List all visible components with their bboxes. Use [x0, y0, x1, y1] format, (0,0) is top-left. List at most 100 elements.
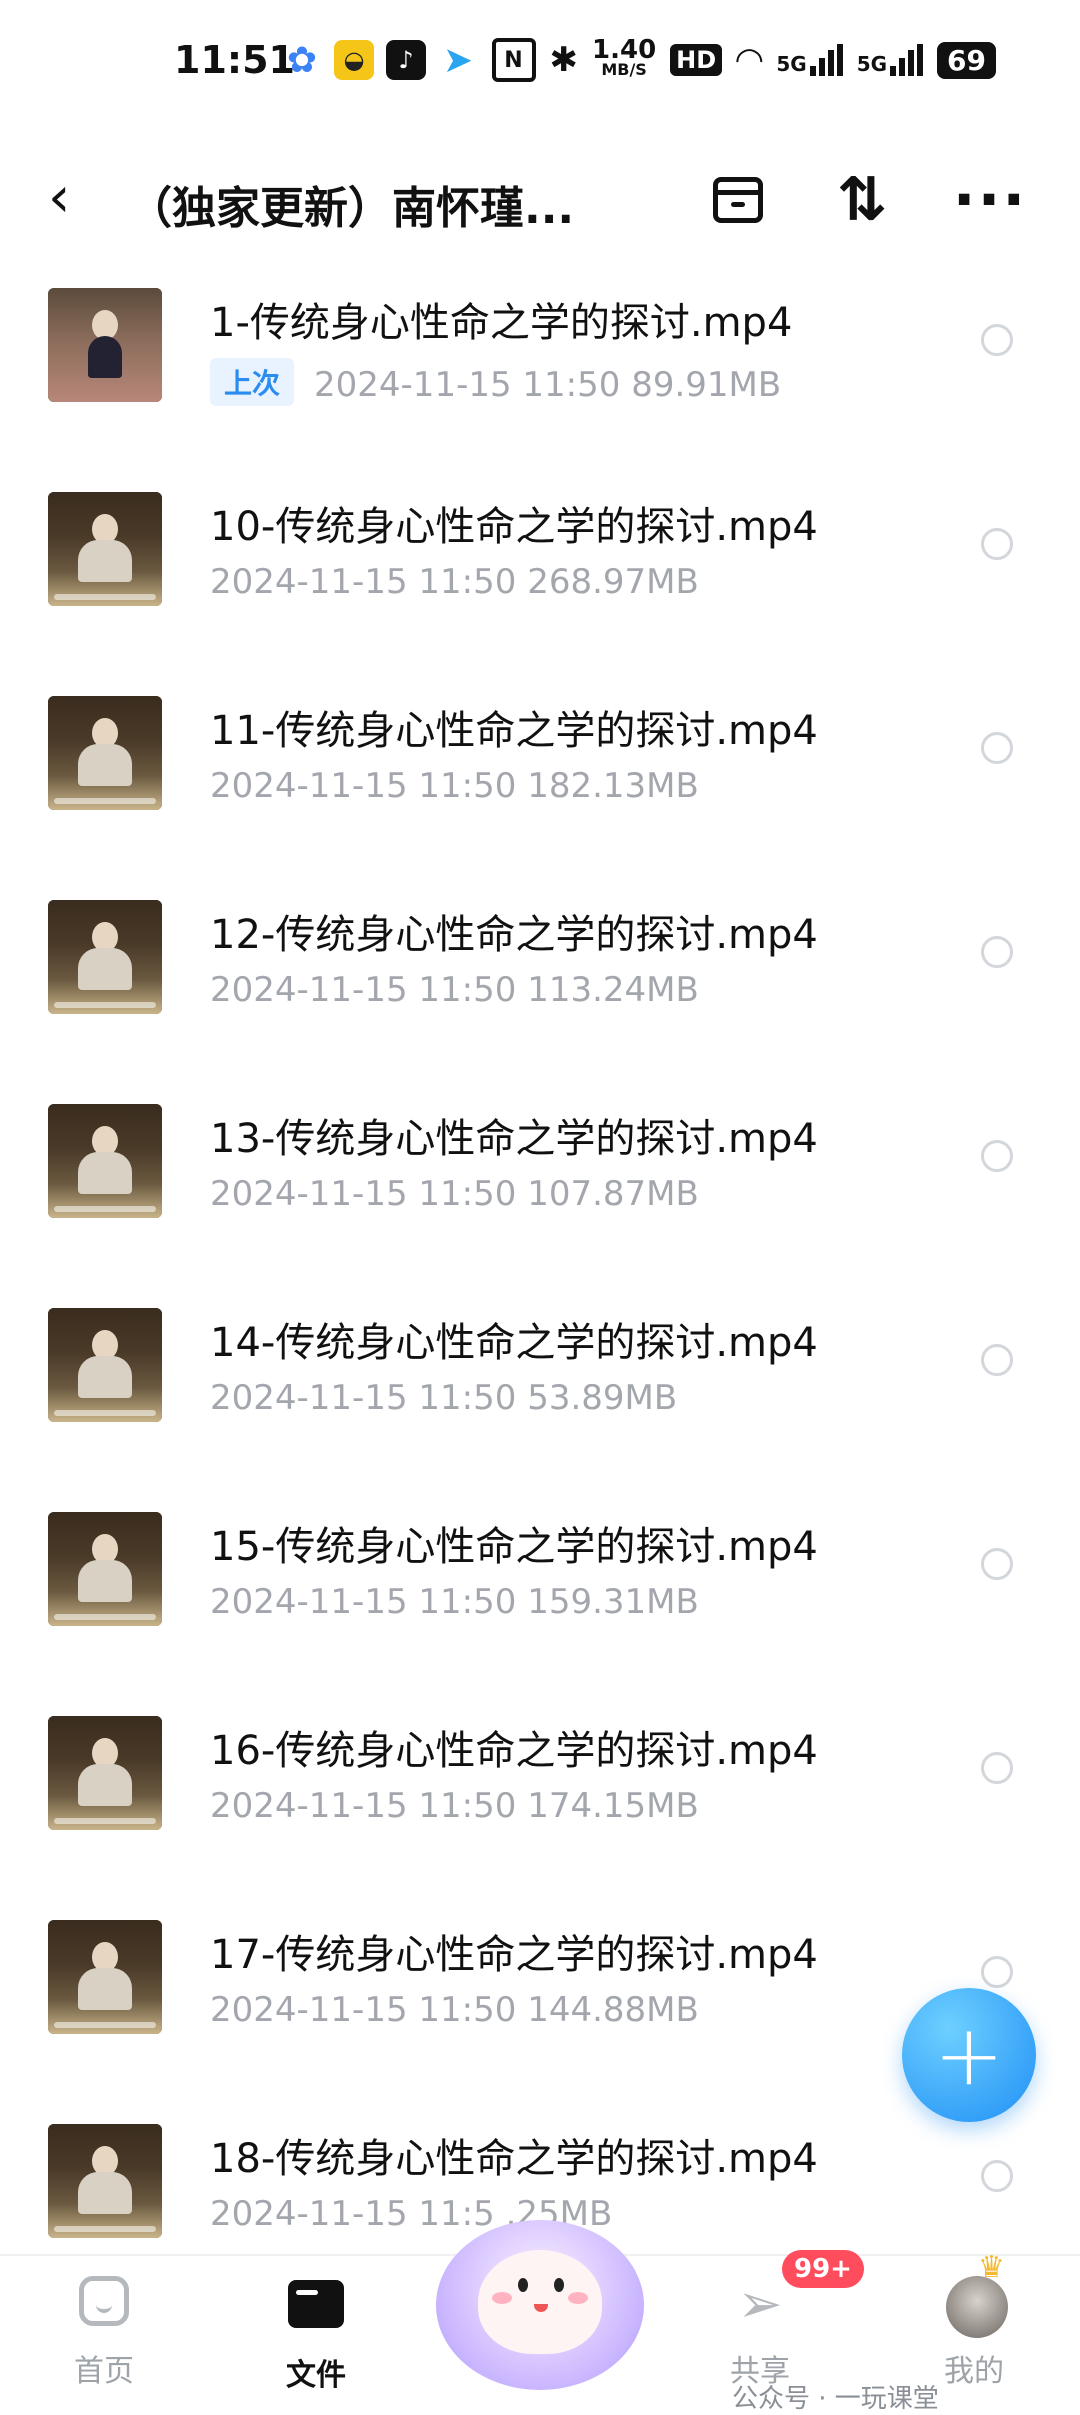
chevron-left-icon[interactable]: ‹ [48, 168, 108, 228]
file-row[interactable]: 1-传统身心性命之学的探讨.mp4 上次 2024-11-15 11:50 89.… [0, 270, 1080, 474]
paper-plane-icon: ➢ [737, 2272, 783, 2335]
last-viewed-tag: 上次 [210, 358, 295, 406]
file-row[interactable]: 16-传统身心性命之学的探讨.mp4 2024-11-15 11:50 174.… [0, 1698, 1080, 1902]
file-name: 11-传统身心性命之学的探讨.mp4 [210, 708, 818, 754]
file-time: 11:50 [418, 970, 517, 1010]
notification-badge: 99+ [782, 2250, 864, 2288]
header: ‹ （独家更新）南怀瑾... ⇅ ··· [0, 150, 1080, 250]
file-date: 2024-11-15 [210, 2194, 408, 2234]
nav-item-files[interactable]: 文件 [246, 2276, 386, 2406]
file-row[interactable]: 15-传统身心性命之学的探讨.mp4 2024-11-15 11:50 159.… [0, 1494, 1080, 1698]
file-date: 2024-11-15 [314, 365, 512, 405]
file-time: 11:50 [418, 562, 517, 602]
file-time: 11:50 [522, 365, 621, 405]
file-name: 1-传统身心性命之学的探讨.mp4 [210, 300, 793, 346]
system-status-icons: N ✱ 1.40 MB/S HD ◠ 5G 5G 69 [491, 36, 996, 84]
sort-icon: ⇅ [836, 165, 888, 235]
mascot-cheek [492, 2292, 512, 2304]
nav-item-home[interactable]: 首页 [34, 2276, 174, 2406]
file-size: 159.31MB [527, 1582, 699, 1622]
telegram-icon: ➤ [442, 39, 474, 81]
select-radio[interactable] [981, 1344, 1013, 1376]
file-list: 1-传统身心性命之学的探讨.mp4 上次 2024-11-15 11:50 89.… [0, 270, 1080, 2250]
select-radio[interactable] [981, 732, 1013, 764]
file-date: 2024-11-15 [210, 1378, 408, 1418]
file-row[interactable]: 11-传统身心性命之学的探讨.mp4 2024-11-15 11:50 182.… [0, 678, 1080, 882]
mascot-eye [518, 2278, 528, 2292]
file-name: 12-传统身心性命之学的探讨.mp4 [210, 912, 818, 958]
file-time: 11:50 [418, 1990, 517, 2030]
nfc-icon: N [491, 38, 536, 82]
file-size: 182.13MB [527, 766, 699, 806]
file-size: 174.15MB [527, 1786, 699, 1826]
select-radio[interactable] [981, 1956, 1013, 1988]
folder-icon [288, 2280, 344, 2328]
network-speed: 1.40 MB/S [592, 37, 656, 80]
status-bar: 11:51 ✿ ◒ ♪ ➤ N ✱ 1.40 MB/S HD ◠ 5G 5G 6… [0, 0, 1080, 120]
file-time: 11:50 [418, 1378, 517, 1418]
status-time: 11:51 [174, 38, 295, 82]
video-thumbnail [48, 1716, 162, 1830]
file-name: 13-传统身心性命之学的探讨.mp4 [210, 1116, 818, 1162]
mascot-cheek [568, 2292, 588, 2304]
file-row[interactable]: 12-传统身心性命之学的探讨.mp4 2024-11-15 11:50 113.… [0, 882, 1080, 1086]
file-date: 2024-11-15 [210, 1786, 408, 1826]
more-button[interactable]: ··· [950, 160, 1030, 240]
file-meta: 2024-11-15 11:50 113.24MB [210, 970, 699, 1010]
add-button[interactable]: + [902, 1988, 1036, 2122]
file-size: 113.24MB [527, 970, 699, 1010]
file-time: 11:50 [418, 766, 517, 806]
signal-icon-1: 5G [776, 44, 843, 76]
video-thumbnail [48, 2124, 162, 2238]
cloud-app-icon: ✿ [286, 39, 318, 81]
video-thumbnail [48, 1512, 162, 1626]
archive-icon [713, 177, 763, 223]
video-thumbnail [48, 696, 162, 810]
select-radio[interactable] [981, 1752, 1013, 1784]
select-radio[interactable] [981, 324, 1013, 356]
plus-icon: + [933, 2006, 1005, 2104]
file-meta: 2024-11-15 11:50 174.15MB [210, 1786, 699, 1826]
select-radio[interactable] [981, 2160, 1013, 2192]
file-name: 15-传统身心性命之学的探讨.mp4 [210, 1524, 818, 1570]
file-row[interactable]: 14-传统身心性命之学的探讨.mp4 2024-11-15 11:50 53.8… [0, 1290, 1080, 1494]
file-time: 11:50 [418, 1174, 517, 1214]
file-date: 2024-11-15 [210, 1582, 408, 1622]
video-thumbnail [48, 1920, 162, 2034]
nav-label-home: 首页 [74, 2354, 134, 2389]
select-radio[interactable] [981, 936, 1013, 968]
nav-label-files: 文件 [286, 2358, 346, 2393]
file-name: 10-传统身心性命之学的探讨.mp4 [210, 504, 818, 550]
video-thumbnail [48, 492, 162, 606]
file-time: 11:50 [418, 1786, 517, 1826]
file-date: 2024-11-15 [210, 970, 408, 1010]
file-size: 107.87MB [527, 1174, 699, 1214]
page-title: （独家更新）南怀瑾... [128, 183, 575, 234]
file-row[interactable]: 13-传统身心性命之学的探讨.mp4 2024-11-15 11:50 107.… [0, 1086, 1080, 1290]
select-radio[interactable] [981, 1548, 1013, 1580]
file-date: 2024-11-15 [210, 562, 408, 602]
file-meta: 上次 2024-11-15 11:50 89.91MB [210, 358, 781, 406]
file-time: 11:50 [418, 1582, 517, 1622]
select-radio[interactable] [981, 1140, 1013, 1172]
file-meta: 2024-11-15 11:50 159.31MB [210, 1582, 699, 1622]
file-name: 17-传统身心性命之学的探讨.mp4 [210, 1932, 818, 1978]
archive-button[interactable] [698, 160, 778, 240]
select-radio[interactable] [981, 528, 1013, 560]
notification-icons: ✿ ◒ ♪ ➤ [282, 36, 478, 84]
more-icon: ··· [952, 165, 1028, 235]
file-meta: 2024-11-15 11:50 144.88MB [210, 1990, 699, 2030]
file-meta: 2024-11-15 11:50 53.89MB [210, 1378, 677, 1418]
mascot-button[interactable] [430, 2200, 650, 2390]
file-size: 268.97MB [527, 562, 699, 602]
video-thumbnail [48, 288, 162, 402]
sort-button[interactable]: ⇅ [822, 160, 902, 240]
yellow-app-icon: ◒ [334, 40, 374, 80]
file-name: 16-传统身心性命之学的探讨.mp4 [210, 1728, 818, 1774]
network-speed-unit: MB/S [601, 60, 647, 79]
file-name: 14-传统身心性命之学的探讨.mp4 [210, 1320, 818, 1366]
avatar [946, 2276, 1008, 2338]
file-row[interactable]: 10-传统身心性命之学的探讨.mp4 2024-11-15 11:50 268.… [0, 474, 1080, 678]
file-name: 18-传统身心性命之学的探讨.mp4 [210, 2136, 818, 2182]
wifi-icon: ◠ [736, 40, 763, 80]
